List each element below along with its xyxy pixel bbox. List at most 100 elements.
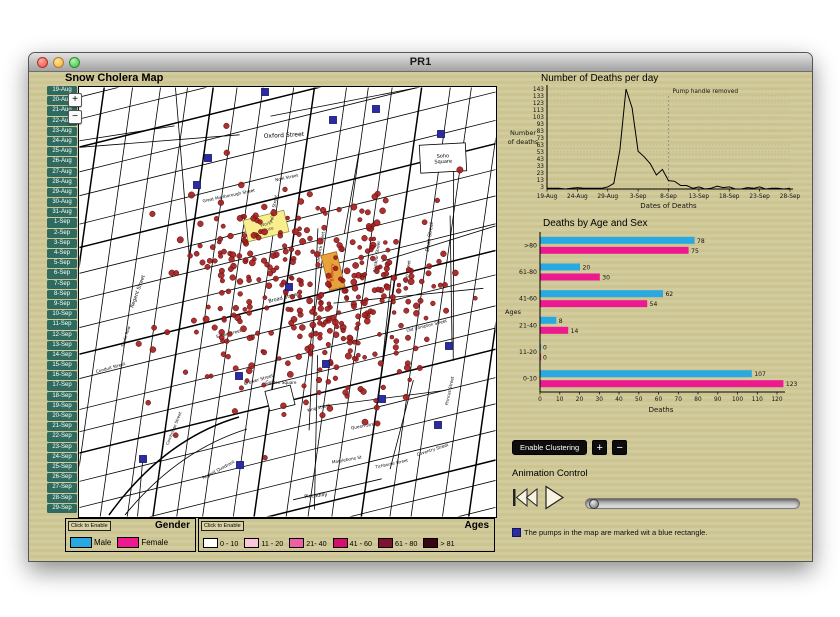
play-button[interactable] bbox=[546, 487, 563, 509]
date-item[interactable]: 14-Sep bbox=[47, 351, 77, 360]
date-item[interactable]: 17-Sep bbox=[47, 381, 77, 390]
svg-text:43: 43 bbox=[537, 157, 545, 163]
legend-item[interactable]: 21- 40 bbox=[289, 538, 326, 548]
legend-swatch[interactable] bbox=[289, 538, 304, 548]
legend-item[interactable]: 11 - 20 bbox=[244, 538, 283, 548]
cluster-minus-button[interactable]: − bbox=[612, 440, 627, 455]
date-item[interactable]: 1-Sep bbox=[47, 218, 77, 227]
svg-text:133: 133 bbox=[533, 94, 544, 100]
date-item[interactable]: 25-Aug bbox=[47, 147, 77, 156]
date-item[interactable]: 19-Sep bbox=[47, 402, 77, 411]
ages-legend-title: Ages bbox=[465, 520, 489, 531]
date-item[interactable]: 6-Sep bbox=[47, 269, 77, 278]
date-item[interactable]: 28-Sep bbox=[47, 494, 77, 503]
legend-label: 11 - 20 bbox=[261, 539, 283, 548]
svg-text:30: 30 bbox=[602, 275, 610, 282]
date-item[interactable]: 22-Sep bbox=[47, 432, 77, 441]
date-item[interactable]: 13-Sep bbox=[47, 341, 77, 350]
gender-enable-toggle[interactable]: Click to Enable bbox=[68, 521, 111, 531]
svg-text:Dean Street: Dean Street bbox=[425, 222, 435, 253]
date-item[interactable]: 3-Sep bbox=[47, 239, 77, 248]
date-item[interactable]: 23-Aug bbox=[47, 127, 77, 136]
window-titlebar[interactable]: PR1 bbox=[29, 53, 812, 72]
svg-text:54: 54 bbox=[650, 301, 658, 308]
legend-item[interactable]: > 81 bbox=[423, 538, 454, 548]
date-item[interactable]: 18-Sep bbox=[47, 392, 77, 401]
svg-text:53: 53 bbox=[537, 150, 545, 156]
svg-text:8: 8 bbox=[559, 318, 563, 325]
zoom-out-button[interactable]: − bbox=[68, 110, 82, 124]
skip-to-start-button[interactable] bbox=[513, 489, 537, 506]
date-item[interactable]: 12-Sep bbox=[47, 331, 77, 340]
svg-text:18-Sep: 18-Sep bbox=[719, 194, 740, 200]
zoom-in-button[interactable]: + bbox=[68, 93, 82, 107]
date-item[interactable]: 4-Sep bbox=[47, 249, 77, 258]
date-item[interactable]: 30-Aug bbox=[47, 198, 77, 207]
legend-swatch[interactable] bbox=[70, 537, 92, 548]
svg-text:24-Aug: 24-Aug bbox=[567, 194, 588, 200]
legend-item[interactable]: 61 - 80 bbox=[378, 538, 417, 548]
svg-text:61-80: 61-80 bbox=[519, 269, 537, 276]
legend-swatch[interactable] bbox=[117, 537, 139, 548]
date-item[interactable]: 24-Aug bbox=[47, 137, 77, 146]
app-window: PR1 Snow Cholera Map + − 19-Aug20-Aug21-… bbox=[28, 52, 813, 562]
animation-slider[interactable] bbox=[585, 498, 800, 509]
cluster-plus-button[interactable]: + bbox=[592, 440, 607, 455]
date-item[interactable]: 23-Sep bbox=[47, 443, 77, 452]
svg-text:103: 103 bbox=[533, 115, 544, 121]
ages-enable-toggle[interactable]: Click to Enable bbox=[201, 521, 244, 531]
close-window-button[interactable] bbox=[37, 57, 48, 68]
date-item[interactable]: 28-Aug bbox=[47, 178, 77, 187]
legend-item[interactable]: 41 - 60 bbox=[333, 538, 372, 548]
date-item[interactable]: 27-Aug bbox=[47, 168, 77, 177]
svg-text:50: 50 bbox=[635, 397, 643, 403]
svg-text:40: 40 bbox=[615, 397, 623, 403]
date-item[interactable]: 2-Sep bbox=[47, 229, 77, 238]
deaths-per-day-chart: 1431331231131039383736353433323133Pump h… bbox=[503, 83, 803, 223]
svg-text:Golden Square: Golden Square bbox=[266, 380, 297, 385]
date-item[interactable]: 20-Sep bbox=[47, 412, 77, 421]
date-item[interactable]: 21-Sep bbox=[47, 422, 77, 431]
svg-text:0: 0 bbox=[543, 345, 547, 352]
date-item[interactable]: 10-Sep bbox=[47, 310, 77, 319]
date-item[interactable]: 29-Sep bbox=[47, 504, 77, 513]
date-item[interactable]: 31-Aug bbox=[47, 208, 77, 217]
svg-text:30: 30 bbox=[596, 397, 604, 403]
date-item[interactable]: 5-Sep bbox=[47, 259, 77, 268]
enable-clustering-button[interactable]: Enable Clustering bbox=[512, 440, 587, 455]
legend-label: 21- 40 bbox=[306, 539, 326, 548]
legend-swatch[interactable] bbox=[203, 538, 218, 548]
date-item[interactable]: 7-Sep bbox=[47, 280, 77, 289]
svg-text:Savile Row: Savile Row bbox=[120, 325, 132, 348]
date-item[interactable]: 27-Sep bbox=[47, 483, 77, 492]
legend-swatch[interactable] bbox=[423, 538, 438, 548]
legend-swatch[interactable] bbox=[378, 538, 393, 548]
date-item[interactable]: 24-Sep bbox=[47, 453, 77, 462]
date-item[interactable]: 26-Aug bbox=[47, 157, 77, 166]
date-item[interactable]: 8-Sep bbox=[47, 290, 77, 299]
minimize-window-button[interactable] bbox=[53, 57, 64, 68]
date-item[interactable]: 26-Sep bbox=[47, 473, 77, 482]
legend-item[interactable]: Female bbox=[117, 537, 168, 548]
svg-text:Deaths: Deaths bbox=[649, 406, 674, 414]
legend-label: 0 - 10 bbox=[220, 539, 238, 548]
ages-legend-items: 0 - 10 11 - 20 21- 40 41 - 60 61 - 80 > 81 bbox=[203, 538, 455, 548]
legend-item[interactable]: Male bbox=[70, 537, 111, 548]
svg-text:78: 78 bbox=[697, 238, 705, 245]
svg-text:33: 33 bbox=[537, 164, 545, 170]
legend-swatch[interactable] bbox=[333, 538, 348, 548]
svg-text:70: 70 bbox=[675, 397, 683, 403]
date-item[interactable]: 16-Sep bbox=[47, 371, 77, 380]
legend-swatch[interactable] bbox=[244, 538, 259, 548]
date-item[interactable]: 15-Sep bbox=[47, 361, 77, 370]
date-item[interactable]: 11-Sep bbox=[47, 320, 77, 329]
date-item[interactable]: 9-Sep bbox=[47, 300, 77, 309]
maximize-window-button[interactable] bbox=[69, 57, 80, 68]
animation-slider-thumb[interactable] bbox=[589, 499, 599, 509]
ages-legend: Click to Enable Ages 0 - 10 11 - 20 21- 40… bbox=[198, 518, 495, 552]
svg-text:113: 113 bbox=[533, 108, 544, 114]
legend-item[interactable]: 0 - 10 bbox=[203, 538, 238, 548]
date-item[interactable]: 29-Aug bbox=[47, 188, 77, 197]
cholera-map[interactable]: WorkHouseBrewerySohoSquareOxford StreetN… bbox=[78, 86, 497, 518]
date-item[interactable]: 25-Sep bbox=[47, 463, 77, 472]
